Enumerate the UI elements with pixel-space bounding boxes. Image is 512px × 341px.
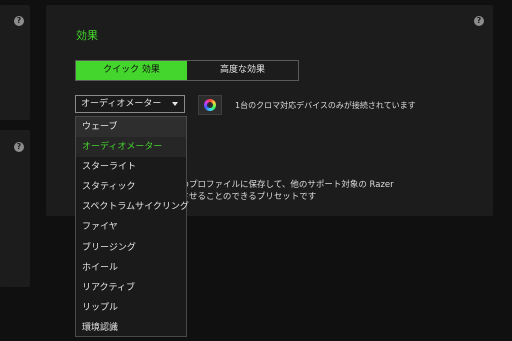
effect-select-value: オーディオメーター [81,99,162,109]
left-panel-top: ? [0,5,30,120]
left-panel-bottom: ? [0,130,30,287]
dropdown-option[interactable]: ファイヤ [76,217,186,237]
dropdown-option[interactable]: スペクトラムサイクリング [76,197,189,217]
tab-advanced-effects[interactable]: 高度な効果 [187,61,298,80]
dropdown-option[interactable]: ブリージング [76,238,186,258]
effect-select[interactable]: オーディオメーター [75,95,185,113]
help-icon[interactable]: ? [14,142,24,152]
dropdown-option[interactable]: スターライト [76,157,186,177]
device-note: 1台のクロマ対応デバイスのみが接続されています [235,101,416,110]
help-icon[interactable]: ? [14,16,24,26]
chevron-down-icon [172,102,178,106]
color-wheel-icon [204,99,216,111]
dropdown-option[interactable]: 環境認識 [76,318,186,338]
chroma-color-button[interactable] [198,95,222,115]
description-line-2: 期させることのできるプリセットです [172,192,317,202]
help-icon[interactable]: ? [474,16,484,26]
dropdown-option[interactable]: リップル [76,298,186,318]
description-line-1: スのプロファイルに保存して、他のサポート対象の Razer [172,180,394,190]
dropdown-option[interactable]: スタティック [76,177,186,197]
dropdown-option[interactable]: オーディオメーター [76,137,186,158]
effect-dropdown-list: ウェーブ オーディオメーター スターライト スタティック スペクトラムサイクリング ファイ… [75,116,189,338]
dropdown-option[interactable]: リアクティブ [76,278,186,298]
effect-mode-tabs: クイック 効果 高度な効果 [75,60,299,81]
dropdown-option[interactable]: ホイール [76,258,186,278]
panel-title: 効果 [76,29,98,42]
tab-quick-effects[interactable]: クイック 効果 [76,61,187,80]
dropdown-option[interactable]: ウェーブ [76,117,186,138]
